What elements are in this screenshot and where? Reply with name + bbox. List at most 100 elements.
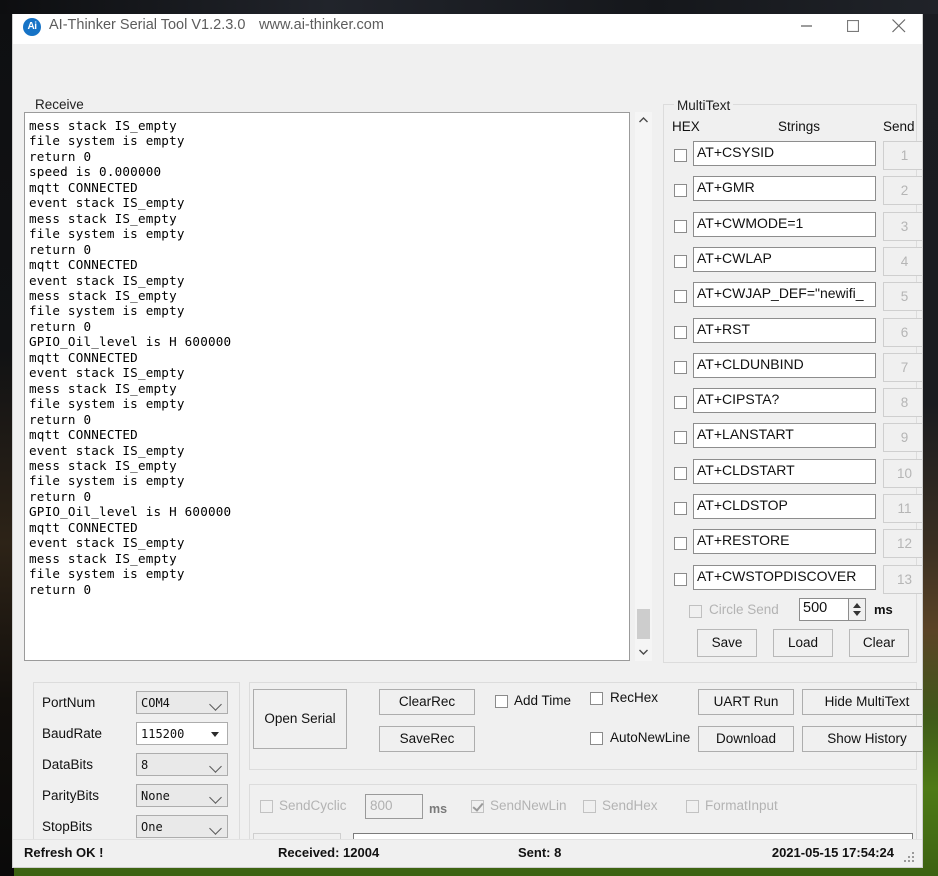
multitext-command-input-8[interactable]: AT+CIPSTA? xyxy=(693,388,876,413)
multitext-send-button-5[interactable]: 5 xyxy=(883,282,922,311)
multitext-send-button-9[interactable]: 9 xyxy=(883,423,922,452)
uart-run-button[interactable]: UART Run xyxy=(698,689,794,715)
minimize-button[interactable] xyxy=(784,8,830,44)
multitext-command-input-10[interactable]: AT+CLDSTART xyxy=(693,459,876,484)
setting-combo-4[interactable]: One xyxy=(136,815,228,838)
multitext-hex-checkbox-13[interactable] xyxy=(674,573,687,586)
setting-value-4: One xyxy=(141,820,163,834)
circle-send-interval-input[interactable]: 500 xyxy=(799,598,849,621)
multitext-hex-checkbox-6[interactable] xyxy=(674,326,687,339)
multitext-send-button-11[interactable]: 11 xyxy=(883,494,922,523)
show-history-button[interactable]: Show History xyxy=(802,726,922,752)
chevron-down-icon xyxy=(209,698,222,711)
multitext-row: AT+RST6 xyxy=(669,316,913,349)
status-sent-count: Sent: 8 xyxy=(518,845,561,860)
send-cyclic-label: SendCyclic xyxy=(279,798,347,813)
chevron-down-icon xyxy=(209,760,222,773)
multitext-command-input-9[interactable]: AT+LANSTART xyxy=(693,423,876,448)
load-button[interactable]: Load xyxy=(773,629,833,657)
maximize-button[interactable] xyxy=(830,8,876,44)
multitext-send-button-4[interactable]: 4 xyxy=(883,247,922,276)
close-button[interactable] xyxy=(876,8,922,44)
resize-grip-icon[interactable] xyxy=(904,852,915,863)
send-new-line-checkbox[interactable] xyxy=(471,800,484,813)
multitext-command-input-4[interactable]: AT+CWLAP xyxy=(693,247,876,272)
setting-combo-0[interactable]: COM4 xyxy=(136,691,228,714)
setting-combo-3[interactable]: None xyxy=(136,784,228,807)
multitext-hex-checkbox-4[interactable] xyxy=(674,255,687,268)
format-input-checkbox[interactable] xyxy=(686,800,699,813)
multitext-send-button-2[interactable]: 2 xyxy=(883,176,922,205)
circle-send-label: Circle Send xyxy=(709,602,779,617)
scroll-down-arrow-icon[interactable] xyxy=(635,644,652,661)
hide-multitext-button[interactable]: Hide MultiText xyxy=(802,689,922,715)
setting-combo-2[interactable]: 8 xyxy=(136,753,228,776)
circle-send-checkbox[interactable] xyxy=(689,605,702,618)
multitext-command-input-5[interactable]: AT+CWJAP_DEF="newifi_ xyxy=(693,282,876,307)
multitext-hex-checkbox-10[interactable] xyxy=(674,467,687,480)
multitext-send-button-6[interactable]: 6 xyxy=(883,318,922,347)
send-hex-checkbox[interactable] xyxy=(583,800,596,813)
send-cyclic-checkbox[interactable] xyxy=(260,800,273,813)
multitext-command-input-1[interactable]: AT+CSYSID xyxy=(693,141,876,166)
scrollbar-thumb[interactable] xyxy=(637,609,650,639)
multitext-hex-checkbox-1[interactable] xyxy=(674,149,687,162)
clear-button[interactable]: Clear xyxy=(849,629,909,657)
multitext-send-button-8[interactable]: 8 xyxy=(883,388,922,417)
receive-scrollbar[interactable] xyxy=(635,112,652,661)
multitext-row: AT+CWMODE=13 xyxy=(669,210,913,243)
scroll-up-arrow-icon[interactable] xyxy=(635,112,652,129)
multitext-command-input-11[interactable]: AT+CLDSTOP xyxy=(693,494,876,519)
multitext-command-input-2[interactable]: AT+GMR xyxy=(693,176,876,201)
multitext-send-button-3[interactable]: 3 xyxy=(883,212,922,241)
multitext-hex-checkbox-8[interactable] xyxy=(674,396,687,409)
open-serial-button[interactable]: Open Serial xyxy=(253,689,347,749)
add-time-label: Add Time xyxy=(514,693,571,708)
multitext-hex-checkbox-5[interactable] xyxy=(674,290,687,303)
setting-value-3: None xyxy=(141,789,170,803)
multitext-hex-checkbox-9[interactable] xyxy=(674,431,687,444)
multitext-row: AT+CWSTOPDISCOVER13 xyxy=(669,563,913,596)
auto-new-line-checkbox[interactable] xyxy=(590,732,603,745)
triangle-down-icon xyxy=(211,732,219,737)
multitext-hex-checkbox-3[interactable] xyxy=(674,220,687,233)
column-header-send: Send xyxy=(883,119,915,134)
multitext-command-input-3[interactable]: AT+CWMODE=1 xyxy=(693,212,876,237)
spinner-down-icon[interactable] xyxy=(853,611,861,616)
multitext-send-button-1[interactable]: 1 xyxy=(883,141,922,170)
receive-textarea[interactable]: mess stack IS_empty file system is empty… xyxy=(24,112,630,661)
multitext-send-button-7[interactable]: 7 xyxy=(883,353,922,382)
desktop-background: Ai AI-Thinker Serial Tool V1.2.3.0 www.a… xyxy=(0,0,938,876)
multitext-send-button-10[interactable]: 10 xyxy=(883,459,922,488)
multitext-send-button-13[interactable]: 13 xyxy=(883,565,922,594)
add-time-checkbox[interactable] xyxy=(495,695,508,708)
send-hex-label: SendHex xyxy=(602,798,658,813)
multitext-hex-checkbox-2[interactable] xyxy=(674,184,687,197)
circle-send-spinner[interactable] xyxy=(849,598,866,621)
multitext-command-input-6[interactable]: AT+RST xyxy=(693,318,876,343)
multitext-command-input-7[interactable]: AT+CLDUNBIND xyxy=(693,353,876,378)
clear-rec-button[interactable]: ClearRec xyxy=(379,689,475,715)
multitext-send-button-12[interactable]: 12 xyxy=(883,529,922,558)
multitext-hex-checkbox-7[interactable] xyxy=(674,361,687,374)
check-mark-icon xyxy=(472,800,483,812)
multitext-row: AT+CWLAP4 xyxy=(669,245,913,278)
multitext-hex-checkbox-12[interactable] xyxy=(674,537,687,550)
ai-logo-icon: Ai xyxy=(23,18,41,36)
column-header-strings: Strings xyxy=(778,119,820,134)
setting-combo-1[interactable]: 115200 xyxy=(136,722,228,745)
download-button[interactable]: Download xyxy=(698,726,794,752)
save-rec-button[interactable]: SaveRec xyxy=(379,726,475,752)
title-bar: Ai AI-Thinker Serial Tool V1.2.3.0 www.a… xyxy=(13,8,922,44)
multitext-command-input-13[interactable]: AT+CWSTOPDISCOVER xyxy=(693,565,876,590)
save-button[interactable]: Save xyxy=(697,629,757,657)
rec-hex-label: RecHex xyxy=(610,690,658,705)
multitext-command-input-12[interactable]: AT+RESTORE xyxy=(693,529,876,554)
send-cycle-interval-input[interactable]: 800 xyxy=(365,794,423,819)
spinner-up-icon[interactable] xyxy=(853,603,861,608)
circle-send-row: Circle Send 500 ms xyxy=(669,599,913,625)
send-cycle-unit: ms xyxy=(429,802,447,816)
client-area: Receive mess stack IS_empty file system … xyxy=(13,44,922,867)
multitext-hex-checkbox-11[interactable] xyxy=(674,502,687,515)
rec-hex-checkbox[interactable] xyxy=(590,692,603,705)
